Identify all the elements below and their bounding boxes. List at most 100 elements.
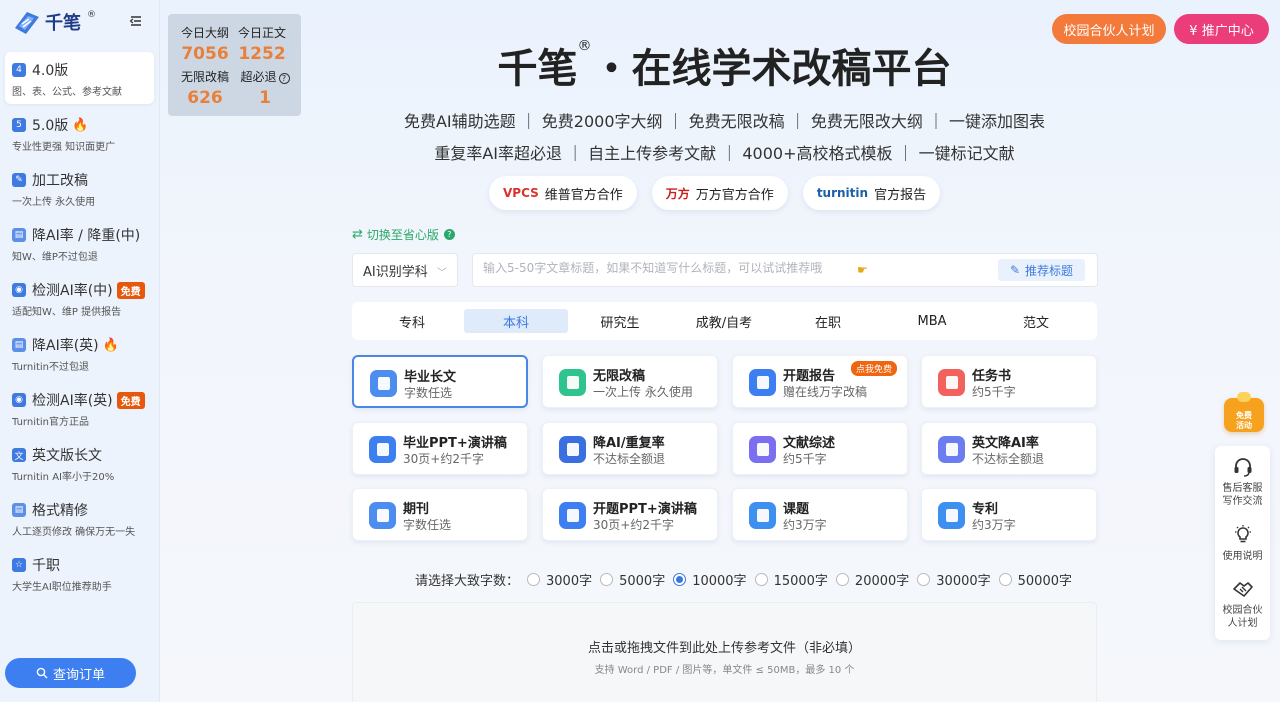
collapse-sidebar-icon[interactable] — [129, 14, 143, 28]
radio-circle[interactable] — [527, 573, 541, 586]
upload-dropzone[interactable]: 点击或拖拽文件到此处上传参考文件（非必填） 支持 Word / PDF / 图片… — [352, 602, 1097, 702]
card-subtitle: 约5千字 — [972, 385, 1016, 399]
word-count-option[interactable]: 50000字 — [998, 570, 1072, 589]
switch-mode-link[interactable]: ⇄ 切换至省心版 ? — [352, 226, 455, 243]
word-count-option[interactable]: 15000字 — [754, 570, 828, 589]
sidebar-item-label: 降AI率(英) — [32, 338, 99, 354]
format-icon: ▤ — [12, 503, 26, 517]
tab-degree[interactable]: 研究生 — [568, 309, 672, 333]
query-order-button[interactable]: 查询订单 — [5, 658, 136, 688]
side-item-line1: 售后客服 — [1222, 483, 1263, 494]
sidebar-item-subtitle: Turnitin不过包退 — [12, 362, 90, 373]
paper-type-card[interactable]: 文献综述 约5千字 — [732, 422, 908, 475]
card-title: 开题PPT+演讲稿 — [593, 502, 697, 517]
sidebar-item[interactable]: 文英文版长文 Turnitin AI率小于20% — [5, 437, 154, 489]
tab-degree[interactable]: 范文 — [984, 309, 1088, 333]
wanfang-logo-icon: 万方 — [665, 186, 690, 201]
sidebar-item[interactable]: 4 4.0版 图、表、公式、参考文献 — [5, 52, 154, 104]
sidebar-item[interactable]: ◉ 检测AI率(中) 免费 适配知W、维P 提供报告 — [5, 272, 154, 324]
sidebar-item[interactable]: ✎ 加工改稿 一次上传 永久使用 — [5, 162, 154, 214]
radio-circle[interactable] — [917, 573, 931, 586]
document-icon — [559, 369, 586, 396]
document-icon — [369, 436, 396, 463]
paper-type-card[interactable]: 开题报告 赠在线万字改稿 点我免费 — [732, 355, 908, 408]
discipline-select-value: AI识别学科 — [363, 264, 428, 280]
recommend-title-button[interactable]: ✎ 推荐标题 — [998, 259, 1085, 281]
detect-icon: ◉ — [12, 393, 26, 407]
magic-wand-icon: ✎ — [1009, 263, 1021, 277]
partner-badge[interactable]: 万方 万方官方合作 — [651, 176, 788, 210]
tab-degree[interactable]: 成教/自考 — [672, 309, 776, 333]
card-title: 毕业长文 — [404, 370, 457, 385]
tab-degree[interactable]: 在职 — [776, 309, 880, 333]
radio-circle[interactable] — [754, 573, 768, 586]
document-icon: ▤ — [12, 338, 26, 352]
tab-degree[interactable]: MBA — [880, 309, 984, 333]
document-icon — [938, 436, 965, 463]
sidebar-item[interactable]: ☆ 千职 大学生AI职位推荐助手 — [5, 547, 154, 599]
title-input[interactable] — [483, 261, 853, 275]
sidebar-item[interactable]: ▤ 格式精修 人工逐页修改 确保万无一失 — [5, 492, 154, 544]
sidebar-item-subtitle: 知W、维P不过包退 — [12, 252, 98, 263]
paper-type-card[interactable]: 开题PPT+演讲稿 30页+约2千字 — [542, 488, 718, 541]
paper-type-card[interactable]: 期刊 字数任选 — [352, 488, 528, 541]
brand-logo[interactable]: 千笔 ® — [12, 8, 96, 36]
word-count-option[interactable]: 3000字 — [527, 570, 592, 589]
word-count-option[interactable]: 30000字 — [917, 570, 991, 589]
card-subtitle: 约3万字 — [972, 518, 1016, 532]
document-icon — [749, 502, 776, 529]
word-count-option[interactable]: 10000字 — [673, 570, 747, 589]
partner-badge[interactable]: VPCS 维普官方合作 — [489, 176, 637, 210]
help-icon[interactable]: ? — [278, 73, 290, 84]
word-count-option[interactable]: 20000字 — [835, 570, 909, 589]
search-icon — [36, 667, 48, 679]
customer-service-item[interactable]: 售后客服 写作交流 — [1215, 456, 1270, 508]
swap-icon: ⇄ — [352, 227, 363, 242]
card-title: 毕业PPT+演讲稿 — [403, 436, 507, 451]
sidebar-item-subtitle: 图、表、公式、参考文献 — [12, 87, 122, 98]
paper-type-card[interactable]: 英文降AI率 不达标全额退 — [921, 422, 1097, 475]
sidebar-item-label: 检测AI率(英) — [32, 393, 113, 409]
sidebar-item[interactable]: 5 5.0版 🔥 专业性更强 知识面更广 — [5, 107, 154, 159]
paper-type-card[interactable]: 降AI/重复率 不达标全额退 — [542, 422, 718, 475]
radio-circle[interactable] — [998, 573, 1012, 586]
free-activity-float-button[interactable]: 免费 活动 — [1222, 392, 1266, 434]
stat-value: 626 — [187, 88, 223, 108]
card-title: 期刊 — [403, 502, 430, 517]
paper-type-card[interactable]: 无限改稿 一次上传 永久使用 — [542, 355, 718, 408]
refund-label: 超必退 — [240, 70, 277, 84]
upload-constraints: 支持 Word / PDF / 图片等，单文件 ≤ 50MB，最多 10 个 — [594, 665, 855, 676]
help-icon[interactable]: ? — [443, 229, 455, 240]
sidebar-item[interactable]: ▤ 降AI率 / 降重(中) 知W、维P不过包退 — [5, 217, 154, 269]
card-title: 开题报告 — [783, 369, 836, 384]
paper-type-card[interactable]: 任务书 约5千字 — [921, 355, 1097, 408]
user-guide-item[interactable]: 使用说明 — [1215, 524, 1270, 563]
sidebar-item[interactable]: ◉ 检测AI率(英) 免费 Turnitin官方正品 — [5, 382, 154, 434]
query-order-label: 查询订单 — [52, 667, 105, 683]
radio-circle[interactable] — [673, 573, 687, 586]
radio-circle[interactable] — [835, 573, 849, 586]
paper-type-card[interactable]: 专利 约3万字 — [921, 488, 1097, 541]
campus-partner-item[interactable]: 校园合伙 人计划 — [1215, 578, 1270, 630]
v5-icon: 5 — [12, 118, 26, 132]
stat-label: 今日大纲 — [180, 26, 229, 40]
stat-refund: 超必退? 1 — [234, 68, 296, 108]
paper-type-card[interactable]: 课题 约3万字 — [732, 488, 908, 541]
discipline-select[interactable]: AI识别学科 ﹀ — [352, 253, 458, 287]
word-count-selector: 请选择大致字数： 3000字 5000字 10000字 15000字 20000字 300… — [415, 570, 1072, 589]
sidebar-item-subtitle: Turnitin AI率小于20% — [12, 472, 115, 483]
promotion-center-button[interactable]: ¥ 推广中心 — [1174, 14, 1269, 44]
tab-degree[interactable]: 本科 — [464, 309, 568, 333]
paper-type-card[interactable]: 毕业PPT+演讲稿 30页+约2千字 — [352, 422, 528, 475]
sidebar-item[interactable]: ▤ 降AI率(英) 🔥 Turnitin不过包退 — [5, 327, 154, 379]
tab-degree[interactable]: 专科 — [360, 309, 464, 333]
word-count-option[interactable]: 5000字 — [600, 570, 665, 589]
page-title: 千笔®・在线学术改稿平台 — [352, 36, 1097, 94]
radio-circle[interactable] — [600, 573, 614, 586]
word-count-option-label: 3000字 — [546, 574, 593, 589]
partner-badge[interactable]: turnitin 官方报告 — [802, 176, 941, 210]
paper-type-card[interactable]: 毕业长文 字数任选 — [352, 355, 528, 408]
stat-value: 7056 — [181, 44, 229, 64]
stat-label: 超必退? — [234, 68, 296, 85]
features-line-2: 重复率AI率超必退 ｜ 自主上传参考文献 ｜ 4000+高校格式模板 ｜ 一键标… — [434, 144, 1015, 163]
